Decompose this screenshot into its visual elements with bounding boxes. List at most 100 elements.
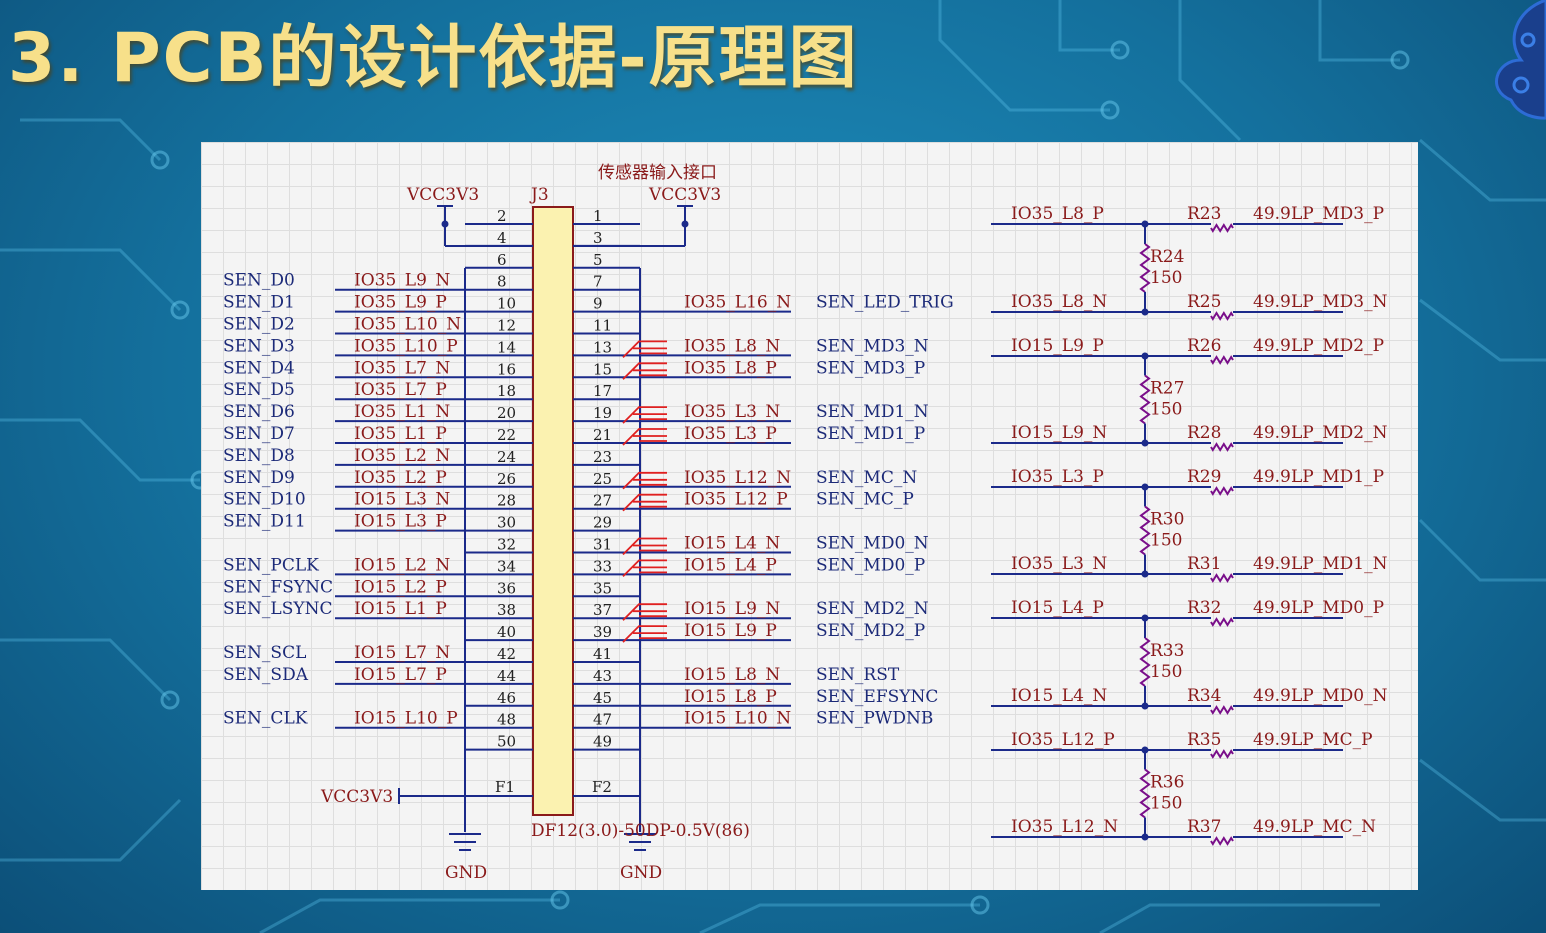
gnd-left-symbol (449, 833, 481, 851)
junction-dot (1141, 220, 1149, 228)
net-label: IO35_L7_P (354, 380, 447, 400)
net-label: IO35_L1_N (354, 402, 450, 422)
term-n-res-label: R28 (1187, 423, 1221, 443)
pin-number: 5 (593, 251, 603, 269)
series-resistor-icon (1210, 223, 1234, 233)
pin-number: 45 (593, 689, 612, 707)
pin-number: 26 (497, 470, 516, 488)
pin-number: 2 (497, 207, 507, 225)
signal-label: SEN_D6 (223, 402, 295, 422)
shunt-res-label: R30 (1150, 510, 1184, 530)
pin-number: 39 (593, 623, 612, 641)
shunt-val-label: 150 (1150, 268, 1182, 288)
term-p-val-label: 49.9 (1253, 598, 1291, 618)
shunt-res-label: R27 (1150, 379, 1184, 399)
signal-label: SEN_EFSYNC (816, 687, 938, 707)
pin-number: 16 (497, 360, 516, 378)
signal-label: SEN_MC_N (816, 468, 917, 488)
term-n-out-label: LP_MD2_N (1291, 423, 1388, 443)
shunt-val-label: 150 (1150, 794, 1182, 814)
signal-label: SEN_D1 (223, 293, 295, 313)
vcc-right-junction (681, 220, 689, 228)
signal-label: SEN_MD0_N (816, 534, 929, 554)
pin-number: 13 (593, 338, 612, 356)
gnd-right-label: GND (620, 863, 662, 883)
pin-number: 4 (497, 229, 507, 247)
net-label: IO15_L3_P (354, 512, 447, 532)
pin-number: 11 (593, 317, 612, 335)
vcc-left-junction (441, 220, 449, 228)
term-n-out-label: LP_MC_N (1291, 817, 1376, 837)
net-label: IO35_L10_P (354, 336, 458, 356)
junction-dot (1141, 439, 1149, 447)
pin-number: 31 (593, 536, 612, 554)
junction-dot (1141, 833, 1149, 841)
pin-number: 33 (593, 557, 612, 575)
pin-number: 37 (593, 601, 612, 619)
net-label: IO15_L9_N (684, 599, 780, 619)
shunt-resistor-icon (1139, 374, 1151, 425)
net-label: IO35_L8_P (684, 358, 777, 378)
term-p-out-label: LP_MD1_P (1291, 467, 1384, 487)
term-p-res-label: R23 (1187, 204, 1221, 224)
pin-number: 12 (497, 317, 516, 335)
series-resistor-icon (1210, 355, 1234, 365)
net-label: IO15_L4_N (684, 534, 780, 554)
series-resistor-icon (1210, 705, 1234, 715)
signal-label: SEN_RST (816, 665, 900, 685)
pin-number: 15 (593, 360, 612, 378)
pin-number: 43 (593, 667, 612, 685)
net-label: IO15_L2_P (354, 577, 447, 597)
term-n-in-label: IO35_L12_N (1011, 817, 1118, 837)
net-label: IO15_L8_P (684, 687, 777, 707)
term-p-val-label: 49.9 (1253, 467, 1291, 487)
series-resistor-icon (1210, 749, 1234, 759)
term-p-in-label: IO35_L12_P (1011, 730, 1115, 750)
pin-number: 49 (593, 733, 612, 751)
term-n-out-label: LP_MD1_N (1291, 554, 1388, 574)
pin-number: 8 (497, 273, 507, 291)
term-n-res-label: R34 (1187, 686, 1221, 706)
f1-pin-label: F1 (495, 778, 515, 796)
shunt-val-label: 150 (1150, 400, 1182, 420)
shunt-resistor-icon (1139, 505, 1151, 556)
pin-number: 35 (593, 579, 612, 597)
net-label: IO35_L1_P (354, 424, 447, 444)
series-resistor-icon (1210, 311, 1234, 321)
net-label: IO35_L12_N (684, 468, 791, 488)
term-p-out-label: LP_MD3_P (1291, 204, 1384, 224)
signal-label: SEN_D7 (223, 424, 295, 444)
connector-body (532, 206, 574, 816)
pin-number: 42 (497, 645, 516, 663)
term-n-val-label: 49.9 (1253, 554, 1291, 574)
term-n-out-label: LP_MD3_N (1291, 292, 1388, 312)
schematic-caption: 传感器输入接口 (598, 163, 717, 183)
junction-dot (1141, 308, 1149, 316)
right-pins: 13579 IO35_L16_N SEN_LED_TRIG1113 IO35_L8_N… (573, 207, 954, 751)
shunt-res-label: R36 (1150, 773, 1184, 793)
term-p-in-label: IO35_L8_P (1011, 204, 1104, 224)
shunt-res-label: R33 (1150, 641, 1184, 661)
net-label: IO15_L8_N (684, 665, 780, 685)
signal-label: SEN_MD3_P (816, 358, 925, 378)
signal-label: SEN_PCLK (223, 555, 319, 575)
schematic-sheet: 传感器输入接口 J3 VCC3V3 VCC3V3 GND GND F1 F2 V… (201, 142, 1418, 890)
pin-number: 28 (497, 492, 516, 510)
signal-label: SEN_MD1_N (816, 402, 929, 422)
pin-number: 40 (497, 623, 516, 641)
net-label: IO15_L10_P (354, 709, 458, 729)
pin-number: 46 (497, 689, 516, 707)
pin-number: 25 (593, 470, 612, 488)
signal-label: SEN_SDA (223, 665, 309, 685)
term-n-in-label: IO35_L8_N (1011, 292, 1107, 312)
term-p-res-label: R35 (1187, 730, 1221, 750)
connector-part-number: DF12(3.0)-50DP-0.5V(86) (531, 821, 750, 841)
pin-number: 22 (497, 426, 516, 444)
net-label: IO15_L1_P (354, 599, 447, 619)
octopus-logo-icon (1495, 0, 1546, 120)
term-n-val-label: 49.9 (1253, 292, 1291, 312)
term-n-res-label: R37 (1187, 817, 1221, 837)
net-label: IO35_L2_N (354, 446, 450, 466)
pin-number: 14 (497, 338, 516, 356)
term-p-res-label: R32 (1187, 598, 1221, 618)
